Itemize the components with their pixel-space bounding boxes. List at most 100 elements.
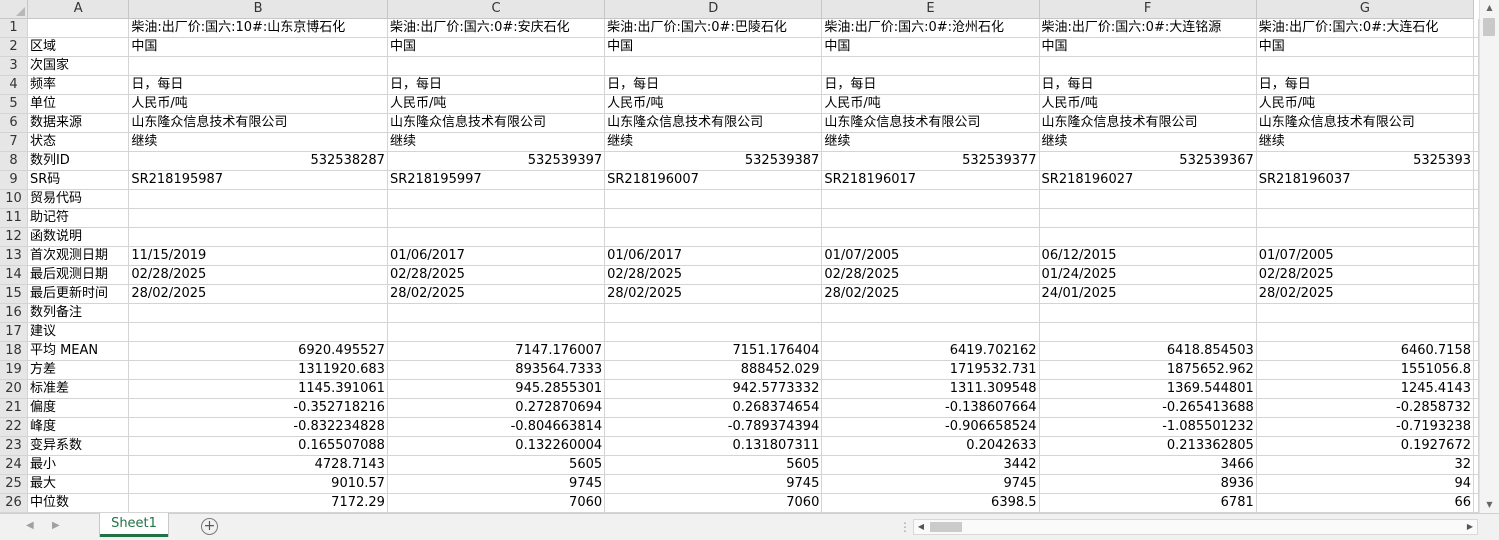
cell-h[interactable]: [1473, 75, 1479, 95]
cell-c[interactable]: 0.272870694: [387, 398, 606, 418]
arrow-up-icon[interactable]: ▲: [1480, 0, 1499, 16]
column-header-c[interactable]: C: [387, 0, 606, 19]
cell-d[interactable]: 01/06/2017: [604, 246, 823, 266]
cell-a[interactable]: [27, 18, 130, 38]
cell-g[interactable]: [1256, 189, 1475, 209]
cell-a[interactable]: 标准差: [27, 379, 130, 399]
cell-h[interactable]: [1473, 18, 1479, 38]
cell-d[interactable]: [604, 56, 823, 76]
cell-c[interactable]: [387, 303, 606, 323]
cell-d[interactable]: 7151.176404: [604, 341, 823, 361]
cell-e[interactable]: 继续: [821, 132, 1040, 152]
cell-h[interactable]: [1473, 379, 1479, 399]
cell-c[interactable]: 中国: [387, 37, 606, 57]
cell-a[interactable]: SR码: [27, 170, 130, 190]
cell-d[interactable]: 942.5773332: [604, 379, 823, 399]
cell-b[interactable]: [128, 208, 388, 228]
row-header[interactable]: 10: [0, 189, 28, 209]
cell-h[interactable]: [1473, 360, 1479, 380]
cell-g[interactable]: 柴油:出厂价:国六:0#:大连石化: [1256, 18, 1475, 38]
cell-d[interactable]: 继续: [604, 132, 823, 152]
cell-g[interactable]: 继续: [1256, 132, 1475, 152]
row-header[interactable]: 3: [0, 56, 28, 76]
row-header[interactable]: 11: [0, 208, 28, 228]
cell-e[interactable]: -0.138607664: [821, 398, 1040, 418]
cell-b[interactable]: SR218195987: [128, 170, 388, 190]
cell-b[interactable]: 柴油:出厂价:国六:10#:山东京博石化: [128, 18, 388, 38]
cell-e[interactable]: SR218196017: [821, 170, 1040, 190]
cell-f[interactable]: 6781: [1039, 493, 1257, 513]
cell-c[interactable]: 柴油:出厂价:国六:0#:安庆石化: [387, 18, 606, 38]
cell-e[interactable]: [821, 303, 1040, 323]
cell-e[interactable]: 1719532.731: [821, 360, 1040, 380]
cell-b[interactable]: 6920.495527: [128, 341, 388, 361]
cell-b[interactable]: -0.832234828: [128, 417, 388, 437]
cell-h[interactable]: [1473, 417, 1479, 437]
cell-b[interactable]: [128, 56, 388, 76]
cell-h[interactable]: [1473, 37, 1479, 57]
cell-h[interactable]: [1473, 246, 1479, 266]
cell-a[interactable]: 贸易代码: [27, 189, 130, 209]
cell-b[interactable]: 9010.57: [128, 474, 388, 494]
row-header[interactable]: 21: [0, 398, 28, 418]
cell-c[interactable]: 532539397: [387, 151, 606, 171]
cell-d[interactable]: 5605: [604, 455, 823, 475]
cell-d[interactable]: 中国: [604, 37, 823, 57]
cell-h[interactable]: [1473, 493, 1479, 513]
cell-b[interactable]: 0.165507088: [128, 436, 388, 456]
row-header[interactable]: 20: [0, 379, 28, 399]
cell-g[interactable]: 1551056.8: [1256, 360, 1475, 380]
cell-b[interactable]: 1311920.683: [128, 360, 388, 380]
plus-circle-icon[interactable]: +: [201, 518, 218, 535]
sheet-tab-sheet1[interactable]: Sheet1: [100, 513, 168, 537]
cell-b[interactable]: 532538287: [128, 151, 388, 171]
cell-e[interactable]: 6398.5: [821, 493, 1040, 513]
cell-f[interactable]: 中国: [1039, 37, 1257, 57]
row-header[interactable]: 16: [0, 303, 28, 323]
cell-c[interactable]: 继续: [387, 132, 606, 152]
row-header[interactable]: 25: [0, 474, 28, 494]
cell-h[interactable]: [1473, 227, 1479, 247]
cell-e[interactable]: 6419.702162: [821, 341, 1040, 361]
cell-a[interactable]: 状态: [27, 132, 130, 152]
cell-c[interactable]: [387, 56, 606, 76]
cell-d[interactable]: [604, 189, 823, 209]
cell-b[interactable]: 山东隆众信息技术有限公司: [128, 113, 388, 133]
column-header-a[interactable]: A: [27, 0, 130, 19]
cell-b[interactable]: -0.352718216: [128, 398, 388, 418]
cell-b[interactable]: 4728.7143: [128, 455, 388, 475]
cell-g[interactable]: 01/07/2005: [1256, 246, 1475, 266]
cell-d[interactable]: 日，每日: [604, 75, 823, 95]
cell-h[interactable]: [1473, 436, 1479, 456]
cell-f[interactable]: 24/01/2025: [1039, 284, 1257, 304]
cell-f[interactable]: [1039, 303, 1257, 323]
cell-c[interactable]: 5605: [387, 455, 606, 475]
cell-d[interactable]: 柴油:出厂价:国六:0#:巴陵石化: [604, 18, 823, 38]
cell-c[interactable]: 28/02/2025: [387, 284, 606, 304]
cell-f[interactable]: 06/12/2015: [1039, 246, 1257, 266]
cell-a[interactable]: 峰度: [27, 417, 130, 437]
cell-f[interactable]: [1039, 208, 1257, 228]
cell-g[interactable]: 中国: [1256, 37, 1475, 57]
cell-f[interactable]: 人民币/吨: [1039, 94, 1257, 114]
cell-g[interactable]: 5325393: [1256, 151, 1475, 171]
select-all-corner[interactable]: [0, 0, 28, 19]
row-header[interactable]: 26: [0, 493, 28, 513]
column-header-g[interactable]: G: [1256, 0, 1475, 19]
cell-a[interactable]: 方差: [27, 360, 130, 380]
cell-e[interactable]: 0.2042633: [821, 436, 1040, 456]
row-header[interactable]: 13: [0, 246, 28, 266]
row-header[interactable]: 18: [0, 341, 28, 361]
cell-g[interactable]: -0.2858732: [1256, 398, 1475, 418]
cell-c[interactable]: 山东隆众信息技术有限公司: [387, 113, 606, 133]
cell-c[interactable]: [387, 208, 606, 228]
cell-h[interactable]: [1473, 170, 1479, 190]
cell-b[interactable]: [128, 227, 388, 247]
cell-e[interactable]: 01/07/2005: [821, 246, 1040, 266]
cell-e[interactable]: 柴油:出厂价:国六:0#:沧州石化: [821, 18, 1040, 38]
row-header[interactable]: 23: [0, 436, 28, 456]
cell-g[interactable]: 28/02/2025: [1256, 284, 1475, 304]
cell-d[interactable]: 0.131807311: [604, 436, 823, 456]
cell-d[interactable]: [604, 227, 823, 247]
cell-d[interactable]: [604, 208, 823, 228]
